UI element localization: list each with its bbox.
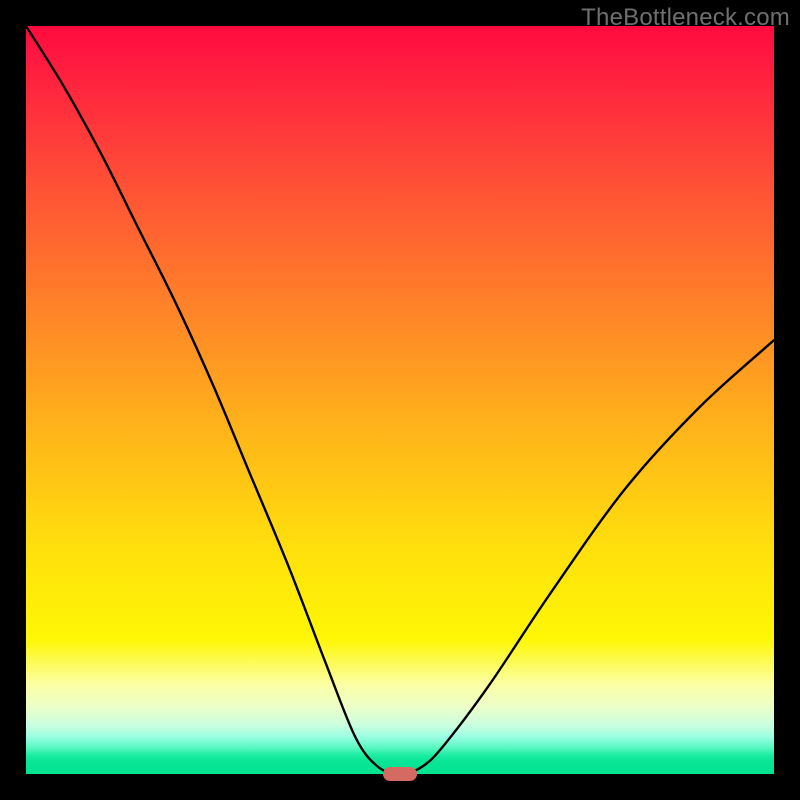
chart-frame: TheBottleneck.com	[0, 0, 800, 800]
optimal-marker	[383, 767, 417, 781]
plot-area	[26, 26, 774, 774]
watermark-text: TheBottleneck.com	[581, 4, 790, 32]
bottleneck-curve	[26, 26, 774, 774]
